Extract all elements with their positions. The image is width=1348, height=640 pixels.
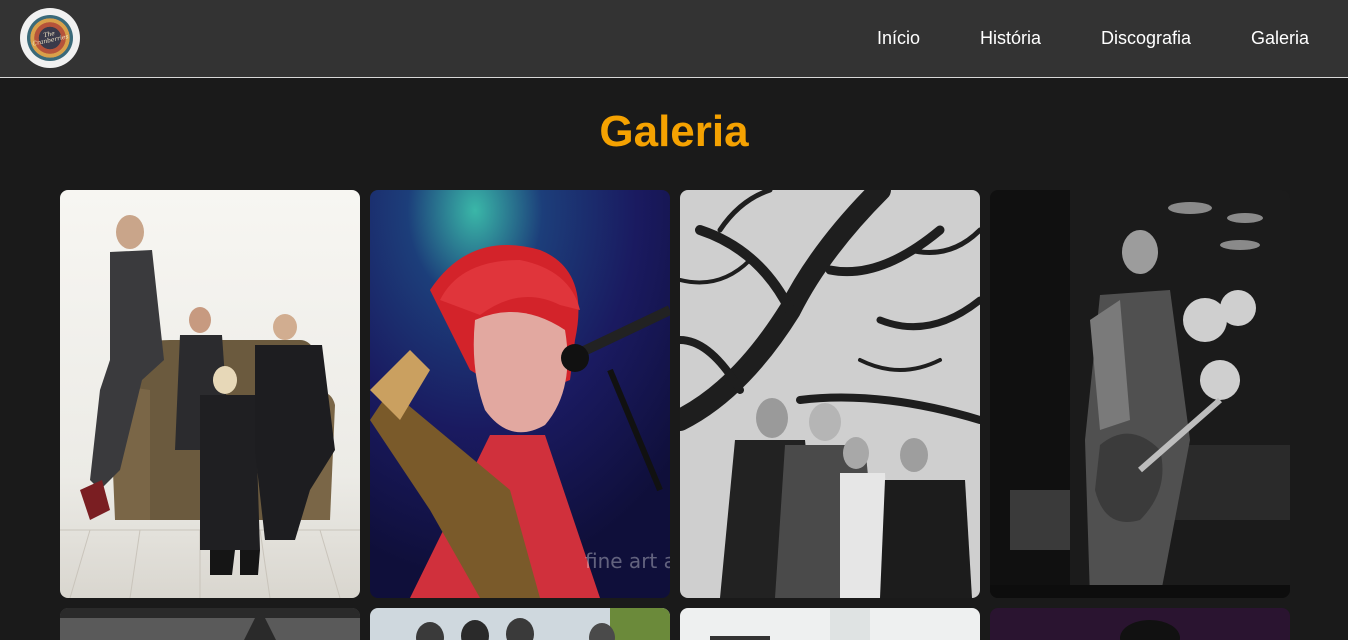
watermark-text: fine art america bbox=[585, 549, 670, 573]
gallery-photo-6[interactable] bbox=[370, 608, 670, 640]
gallery-photo-band-tree[interactable] bbox=[680, 190, 980, 598]
site-header: The Cranberries Início História Discogra… bbox=[0, 0, 1348, 78]
page-title: Galeria bbox=[599, 107, 749, 156]
gallery-photo-band-sofa[interactable] bbox=[60, 190, 360, 598]
gallery-photo-guitarist[interactable] bbox=[990, 190, 1290, 598]
gallery-photo-5[interactable] bbox=[60, 608, 360, 640]
nav-discografia[interactable]: Discografia bbox=[1101, 27, 1191, 49]
nav-historia[interactable]: História bbox=[980, 27, 1041, 49]
gallery-photo-7[interactable] bbox=[680, 608, 980, 640]
gallery-photo-8[interactable] bbox=[990, 608, 1290, 640]
nav-galeria[interactable]: Galeria bbox=[1251, 27, 1309, 49]
logo-text: The Cranberries bbox=[31, 29, 70, 48]
logo-emblem: The Cranberries bbox=[27, 15, 73, 61]
band-logo[interactable]: The Cranberries bbox=[20, 8, 80, 68]
nav-inicio[interactable]: Início bbox=[877, 27, 920, 49]
gallery-photo-singer[interactable]: fine art america bbox=[370, 190, 670, 598]
